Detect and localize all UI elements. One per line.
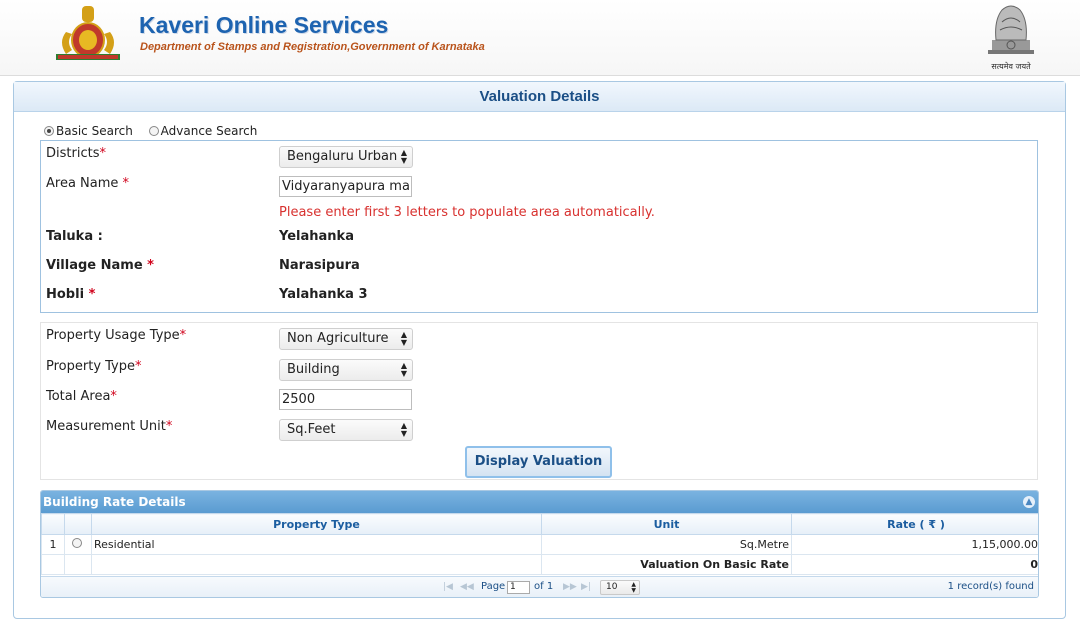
site-header: Kaveri Online Services Department of Sta…: [0, 0, 1080, 76]
unit-header[interactable]: Unit: [541, 513, 792, 535]
building-rate-grid: Building Rate Details ▲ Property Type Un…: [40, 490, 1039, 598]
village-name-label: Village Name *: [46, 258, 154, 273]
row-unit: Sq.Metre: [541, 534, 792, 555]
basic-search-label: Basic Search: [56, 124, 133, 138]
karnataka-emblem-icon: [56, 6, 120, 60]
next-page-icon[interactable]: ▶▶: [563, 577, 577, 597]
village-name-value: Narasipura: [279, 258, 360, 273]
basic-search-radio[interactable]: [44, 126, 54, 136]
table-footer-row: Valuation On Basic Rate 0: [41, 554, 1038, 575]
total-area-label: Total Area*: [46, 389, 117, 404]
ashoka-emblem-icon: [988, 5, 1034, 54]
row-number: 1: [41, 534, 65, 555]
taluka-label: Taluka :: [46, 229, 103, 244]
districts-label: Districts*: [46, 146, 106, 161]
row-select-cell[interactable]: [64, 534, 92, 555]
page-count: of 1: [534, 581, 554, 592]
table-row[interactable]: 1 Residential Sq.Metre 1,15,000.00: [41, 534, 1038, 555]
rate-table: Property Type Unit Rate ( ₹ ) 1 Resident…: [41, 513, 1038, 575]
collapse-icon[interactable]: ▲: [1023, 496, 1035, 508]
area-name-input[interactable]: Vidyaranyapura main: [279, 176, 412, 197]
grid-pager: |◀ ◀◀ Page 1 of 1 ▶▶ ▶| 10 ▲ ▼ 1 record(s…: [41, 576, 1038, 597]
hobli-value: Yalahanka 3: [279, 287, 368, 302]
advance-search-label: Advance Search: [160, 124, 258, 138]
site-title: Kaveri Online Services: [139, 12, 389, 38]
panel-title: Valuation Details: [14, 82, 1065, 112]
last-page-icon[interactable]: ▶|: [581, 577, 591, 597]
site-subtitle: Department of Stamps and Registration,Go…: [140, 41, 485, 53]
row-rate: 1,15,000.00: [791, 534, 1038, 555]
emblem-caption: सत्यमेव जयते: [991, 62, 1031, 71]
row-property-type: Residential: [91, 534, 542, 555]
select-arrows-icon: ▲ ▼: [400, 421, 407, 438]
page-label: Page: [481, 581, 506, 592]
area-hint: Please enter first 3 letters to populate…: [279, 205, 655, 220]
property-type-label: Property Type*: [46, 359, 142, 374]
india-emblem: सत्यमेव जयते: [978, 0, 1044, 71]
rate-header[interactable]: Rate ( ₹ ): [791, 513, 1038, 535]
grid-caption: Building Rate Details ▲: [41, 491, 1038, 513]
row-select-radio[interactable]: [72, 538, 82, 548]
basic-search-option[interactable]: Basic Search: [44, 124, 133, 138]
page-number-input[interactable]: 1: [507, 581, 530, 594]
select-arrows-icon: ▲ ▼: [400, 148, 407, 165]
property-type-select[interactable]: Building ▲ ▼: [279, 359, 413, 381]
rownum-header: [41, 513, 65, 535]
footer-label: Valuation On Basic Rate: [541, 554, 792, 575]
taluka-value: Yelahanka: [279, 229, 354, 244]
select-arrows-icon: ▲ ▼: [400, 361, 407, 378]
table-header-row: Property Type Unit Rate ( ₹ ): [41, 513, 1038, 535]
property-usage-select[interactable]: Non Agriculture ▲ ▼: [279, 328, 413, 350]
select-arrows-icon: ▲ ▼: [400, 330, 407, 347]
display-valuation-button[interactable]: Display Valuation: [465, 446, 612, 478]
property-usage-label: Property Usage Type*: [46, 328, 187, 343]
search-mode-group: Basic Search Advance Search: [44, 124, 269, 139]
page-size-select[interactable]: 10 ▲ ▼: [600, 580, 640, 595]
advance-search-radio[interactable]: [148, 126, 159, 136]
area-name-label: Area Name *: [46, 176, 130, 191]
select-header: [64, 513, 92, 535]
first-page-icon[interactable]: |◀: [443, 577, 453, 597]
records-count: 1 record(s) found: [947, 581, 1034, 592]
location-section: [40, 140, 1038, 313]
footer-value: 0: [791, 554, 1038, 575]
total-area-input[interactable]: 2500: [279, 389, 412, 410]
select-arrows-icon: ▲ ▼: [631, 581, 636, 594]
advance-search-option[interactable]: Advance Search: [148, 124, 258, 138]
prev-page-icon[interactable]: ◀◀: [460, 577, 474, 597]
hobli-label: Hobli *: [46, 287, 96, 302]
measurement-unit-select[interactable]: Sq.Feet ▲ ▼: [279, 419, 413, 441]
property-type-header[interactable]: Property Type: [91, 513, 542, 535]
districts-select[interactable]: Bengaluru Urban ▲ ▼: [279, 146, 413, 168]
measurement-unit-label: Measurement Unit*: [46, 419, 173, 434]
